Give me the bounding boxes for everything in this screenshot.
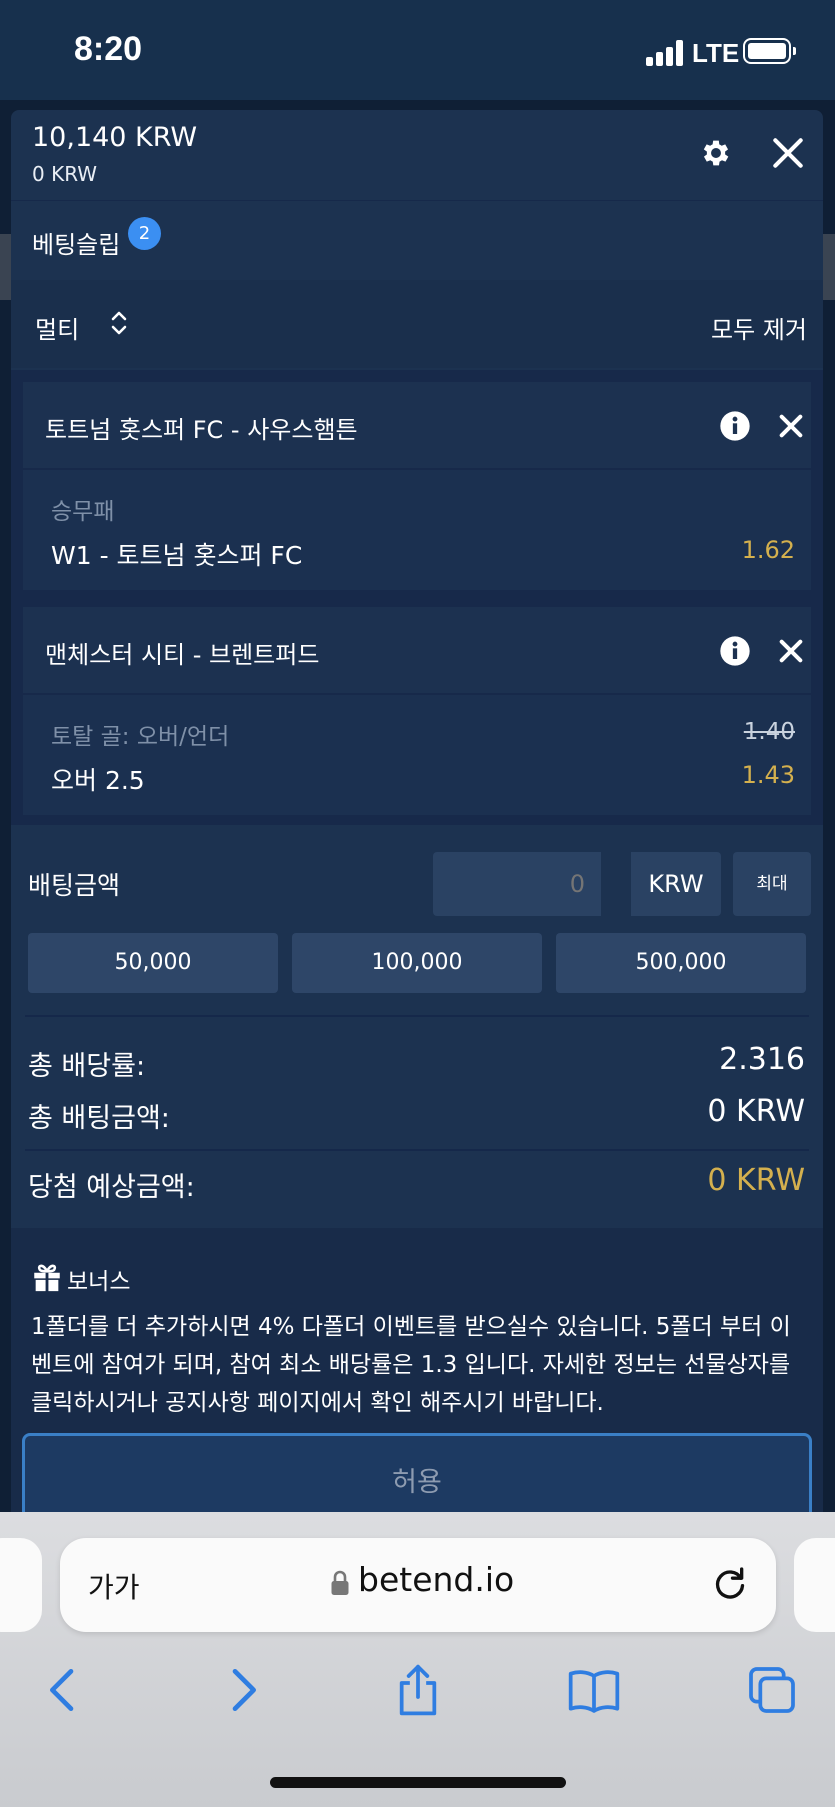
balance-amount: 10,140 KRW <box>32 122 198 153</box>
clear-all-button[interactable]: 모두 제거 <box>711 310 807 345</box>
divider <box>25 1015 809 1017</box>
forward-icon[interactable] <box>214 1662 270 1718</box>
bet-list: 토트넘 홋스퍼 FC - 사우스햄튼 승무패 W1 - 토트넘 홋스퍼 FC 1… <box>11 370 823 825</box>
background-page <box>0 234 11 300</box>
quick-amount-button[interactable]: 50,000 <box>28 933 278 993</box>
status-time: 8:20 <box>74 30 143 68</box>
quick-amount-button[interactable]: 100,000 <box>292 933 542 993</box>
remove-icon[interactable] <box>777 412 805 440</box>
text-size-button[interactable]: 가가 <box>88 1566 140 1606</box>
bet-mode-row: 멀티 모두 제거 <box>11 280 823 368</box>
home-indicator <box>270 1777 566 1788</box>
total-stake-value: 0 KRW <box>707 1094 805 1129</box>
bet-odds: 1.43 <box>741 761 795 789</box>
browser-toolbar: 가가 betend.io <box>0 1512 835 1807</box>
next-tab-peek[interactable] <box>794 1538 835 1632</box>
lock-icon <box>331 1570 349 1595</box>
reload-icon[interactable] <box>710 1564 750 1604</box>
stake-currency: KRW <box>631 852 721 916</box>
total-odds-value: 2.316 <box>719 1042 805 1077</box>
bet-card: 맨체스터 시티 - 브렌트퍼드 토탈 골: 오버/언더 1.40 오버 2.5 … <box>23 607 811 815</box>
gift-icon[interactable] <box>30 1260 64 1294</box>
divider <box>25 1149 809 1151</box>
betslip-panel: 10,140 KRW 0 KRW 베팅슬립 2 멀티 모두 제거 토트넘 홋스퍼… <box>11 110 823 1512</box>
chevron-updown-icon[interactable] <box>109 308 129 338</box>
stake-input[interactable] <box>433 852 601 916</box>
bet-market: 승무패 <box>51 499 115 525</box>
signal-icon <box>646 40 684 66</box>
bet-card-header: 맨체스터 시티 - 브렌트퍼드 <box>23 607 811 695</box>
bet-match-title: 토트넘 홋스퍼 FC - 사우스햄튼 <box>45 416 358 444</box>
address-bar[interactable]: 가가 betend.io <box>60 1538 776 1632</box>
bet-market: 토탈 골: 오버/언더 <box>51 724 230 750</box>
potential-win-label: 당첨 예상금액: <box>28 1172 195 1203</box>
bet-card: 토트넘 홋스퍼 FC - 사우스햄튼 승무패 W1 - 토트넘 홋스퍼 FC 1… <box>23 382 811 590</box>
bet-selection: 오버 2.5 <box>51 766 145 795</box>
accept-button[interactable]: 허용 <box>22 1433 812 1512</box>
slip-header: 10,140 KRW 0 KRW <box>11 110 823 198</box>
stake-label: 배팅금액 <box>28 871 121 900</box>
total-odds-label: 총 배당률: <box>28 1051 146 1082</box>
bet-card-body: 승무패 W1 - 토트넘 홋스퍼 FC 1.62 <box>23 470 811 590</box>
share-icon[interactable] <box>390 1662 446 1718</box>
bet-odds: 1.62 <box>741 536 795 564</box>
battery-icon <box>743 38 796 64</box>
remove-icon[interactable] <box>777 637 805 665</box>
info-icon[interactable] <box>719 410 751 442</box>
total-stake-label: 총 배팅금액: <box>28 1103 170 1134</box>
bet-card-body: 토탈 골: 오버/언더 1.40 오버 2.5 1.43 <box>23 695 811 815</box>
bet-mode-select[interactable]: 멀티 <box>35 310 79 345</box>
bet-card-header: 토트넘 홋스퍼 FC - 사우스햄튼 <box>23 382 811 470</box>
previous-tab-peek[interactable] <box>0 1538 42 1632</box>
bet-match-title: 맨체스터 시티 - 브렌트퍼드 <box>45 641 320 669</box>
betslip-count-badge: 2 <box>128 217 161 250</box>
close-icon[interactable] <box>769 134 807 172</box>
max-stake-button[interactable]: 최대 <box>733 852 811 916</box>
bet-selection: W1 - 토트넘 홋스퍼 FC <box>51 541 303 570</box>
potential-win-value: 0 KRW <box>707 1163 805 1198</box>
url-text[interactable]: betend.io <box>358 1560 514 1599</box>
bonus-title: 보너스 <box>67 1269 131 1295</box>
status-bar: 8:20 LTE <box>0 0 835 100</box>
network-label: LTE <box>692 38 740 68</box>
bonus-description: 1폴더를 더 추가하시면 4% 다폴더 이벤트를 받으실수 있습니다. 5폴더 … <box>31 1314 791 1416</box>
bonus-balance: 0 KRW <box>32 162 98 186</box>
quick-amount-button[interactable]: 500,000 <box>556 933 806 993</box>
bookmarks-icon[interactable] <box>566 1662 622 1718</box>
info-icon[interactable] <box>719 635 751 667</box>
gear-icon[interactable] <box>699 136 733 170</box>
tabs-icon[interactable] <box>744 1662 800 1718</box>
betslip-title: 베팅슬립 <box>32 231 121 259</box>
bet-previous-odds: 1.40 <box>743 719 795 745</box>
back-icon[interactable] <box>36 1662 92 1718</box>
background-page <box>823 234 835 300</box>
